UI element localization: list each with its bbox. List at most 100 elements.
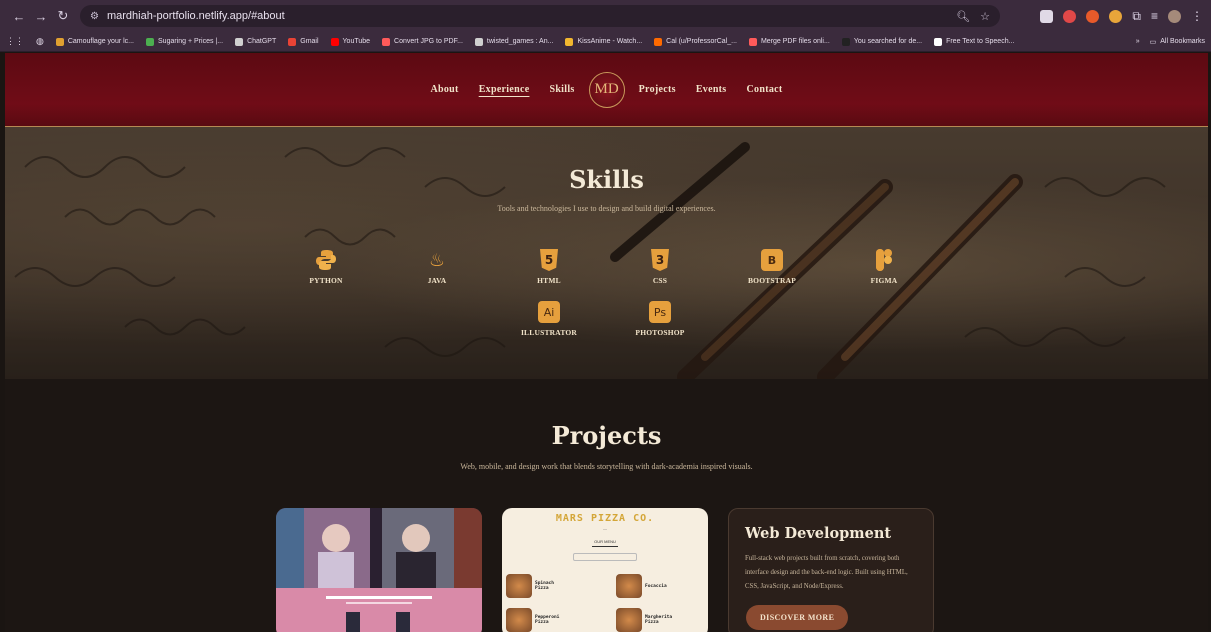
bookmark-item[interactable]: Merge PDF files onli... (748, 37, 830, 46)
bookmark-label: Free Text to Speech... (946, 38, 1015, 45)
list-item: Pepperoni Pizza (506, 608, 560, 632)
card-title: Web Development (745, 525, 892, 542)
bookmark-item[interactable]: Gmail (288, 37, 319, 46)
nav-events[interactable]: Events (696, 84, 727, 95)
zoom-icon[interactable]: 🔍︎ (956, 10, 970, 23)
reload-icon[interactable]: ↻ (52, 8, 74, 24)
project-card-art[interactable] (276, 508, 482, 632)
pizza-site-subtitle: — (603, 526, 607, 531)
illustrator-icon: Ai (537, 300, 561, 324)
skill-figma: FIGMA (844, 248, 924, 285)
list-item: Focaccia (616, 574, 667, 598)
bookmark-label: Camouflage your lc... (67, 38, 135, 45)
forward-icon[interactable]: → (30, 9, 52, 24)
pizza-image (506, 608, 532, 632)
bookmark-item[interactable]: Sugaring + Prices |... (146, 37, 223, 46)
bookmark-item[interactable]: You searched for de... (841, 37, 923, 46)
skills-subtitle: Tools and technologies I use to design a… (497, 204, 716, 213)
extension-icon[interactable] (1040, 9, 1054, 23)
bookmark-label: twisted_games : An... (486, 38, 554, 45)
css3-icon: 3 (648, 248, 672, 272)
python-icon (314, 248, 338, 272)
nav-contact[interactable]: Contact (747, 84, 783, 95)
all-bookmarks-button[interactable]: ▭ All Bookmarks (1150, 38, 1205, 46)
skills-title: Skills (569, 165, 644, 194)
bookmark-item[interactable]: twisted_games : An... (474, 37, 554, 46)
browser-toolbar: ← → ↻ ⚙ mardhiah-portfolio.netlify.app/#… (0, 0, 1211, 32)
bookmark-favicon-icon (55, 37, 64, 46)
bookmark-label: Convert JPG to PDF... (394, 38, 463, 45)
bookmark-label: Merge PDF files onli... (760, 38, 830, 45)
bookmark-item[interactable]: Free Text to Speech... (934, 37, 1015, 46)
address-bar[interactable]: ⚙ mardhiah-portfolio.netlify.app/#about … (80, 5, 1000, 27)
skill-bootstrap: B BOOTSTRAP (732, 248, 812, 285)
pizza-image (506, 574, 532, 598)
pizza-image (616, 574, 642, 598)
nav-experience[interactable]: Experience (479, 84, 530, 95)
nav-skills[interactable]: Skills (549, 84, 574, 95)
bookmark-star-icon[interactable]: ☆ (980, 10, 990, 23)
skill-label: PHOTOSHOP (635, 328, 685, 337)
bookmark-item[interactable]: YouTube (330, 37, 370, 46)
nav-about[interactable]: About (431, 84, 459, 95)
discover-more-button[interactable]: DISCOVER MORE (746, 605, 849, 630)
html5-icon: 5 (537, 248, 561, 272)
pizza-name: Pepperoni Pizza (535, 615, 560, 625)
skill-css: 3 CSS (620, 248, 700, 285)
pizza-search-input (573, 553, 637, 561)
project-card-webdev: Web Development Full-stack web projects … (728, 508, 934, 632)
globe-icon[interactable]: ◍ (36, 36, 44, 47)
bookmark-item[interactable]: Convert JPG to PDF... (382, 37, 463, 46)
extension-icon[interactable] (1063, 9, 1077, 23)
site-info-icon[interactable]: ⚙ (90, 11, 99, 22)
figma-icon (872, 248, 896, 272)
bookmark-item[interactable]: ChatGPT (235, 37, 277, 46)
skill-photoshop: Ps PHOTOSHOP (620, 300, 700, 337)
more-bookmarks-icon[interactable]: » (1136, 38, 1140, 46)
avatar[interactable] (1168, 9, 1181, 23)
pizza-image (616, 608, 642, 632)
pizza-site-title: MARS PIZZA CO. (555, 513, 655, 524)
extension-icon[interactable] (1086, 9, 1100, 23)
list-item: Spinach Pizza (506, 574, 555, 598)
bookmark-label: Cal (u/ProfessorCal_... (666, 38, 737, 45)
skill-label: PYTHON (309, 276, 343, 285)
all-bookmarks-label: All Bookmarks (1160, 38, 1205, 45)
skill-label: HTML (537, 276, 561, 285)
skill-label: BOOTSTRAP (747, 276, 797, 285)
pizza-name: Focaccia (645, 583, 667, 589)
extensions-puzzle-icon[interactable]: ⧉ (1132, 9, 1141, 24)
apps-icon[interactable]: ⋮⋮ (6, 36, 24, 47)
logo[interactable]: MD (588, 71, 625, 108)
bookmark-favicon-icon (565, 37, 574, 46)
bookmark-favicon-icon (474, 37, 483, 46)
bookmark-favicon-icon (235, 37, 244, 46)
reading-list-icon[interactable]: ≡ (1151, 9, 1158, 23)
bookmark-favicon-icon (748, 37, 757, 46)
bookmark-favicon-icon (654, 37, 663, 46)
extension-icon[interactable] (1109, 9, 1123, 23)
menu-kebab-icon[interactable]: ⋮ (1191, 9, 1203, 23)
bookmark-item[interactable]: KissAnime - Watch... (565, 37, 642, 46)
url-text: mardhiah-portfolio.netlify.app/#about (106, 10, 285, 22)
skill-java: ♨ JAVA (397, 248, 477, 286)
skill-python: PYTHON (286, 248, 366, 285)
bookmark-item[interactable]: Cal (u/ProfessorCal_... (654, 37, 737, 46)
project-card-pizza[interactable]: MARS PIZZA CO. — OUR MENU Spinach Pizza … (502, 508, 708, 632)
bookmark-label: Gmail (300, 38, 319, 45)
bookmark-label: ChatGPT (247, 38, 277, 45)
skill-label: JAVA (427, 276, 447, 285)
bookmark-favicon-icon (288, 37, 297, 46)
back-icon[interactable]: ← (8, 9, 30, 24)
java-icon: ♨ (428, 249, 446, 270)
projects-title: Projects (551, 421, 662, 450)
card-description: Full-stack web projects built from scrat… (745, 555, 908, 590)
bookmarks-bar: ⋮⋮ ◍ Camouflage your lc... Sugaring + Pri… (0, 32, 1211, 52)
pizza-name: Spinach Pizza (535, 581, 554, 591)
bookmark-favicon-icon (330, 37, 339, 46)
bookmark-label: You searched for de... (853, 38, 923, 45)
folder-icon: ▭ (1149, 38, 1157, 46)
bookmark-favicon-icon (382, 37, 391, 46)
nav-projects[interactable]: Projects (639, 84, 676, 95)
bookmark-item[interactable]: Camouflage your lc... (55, 37, 135, 46)
